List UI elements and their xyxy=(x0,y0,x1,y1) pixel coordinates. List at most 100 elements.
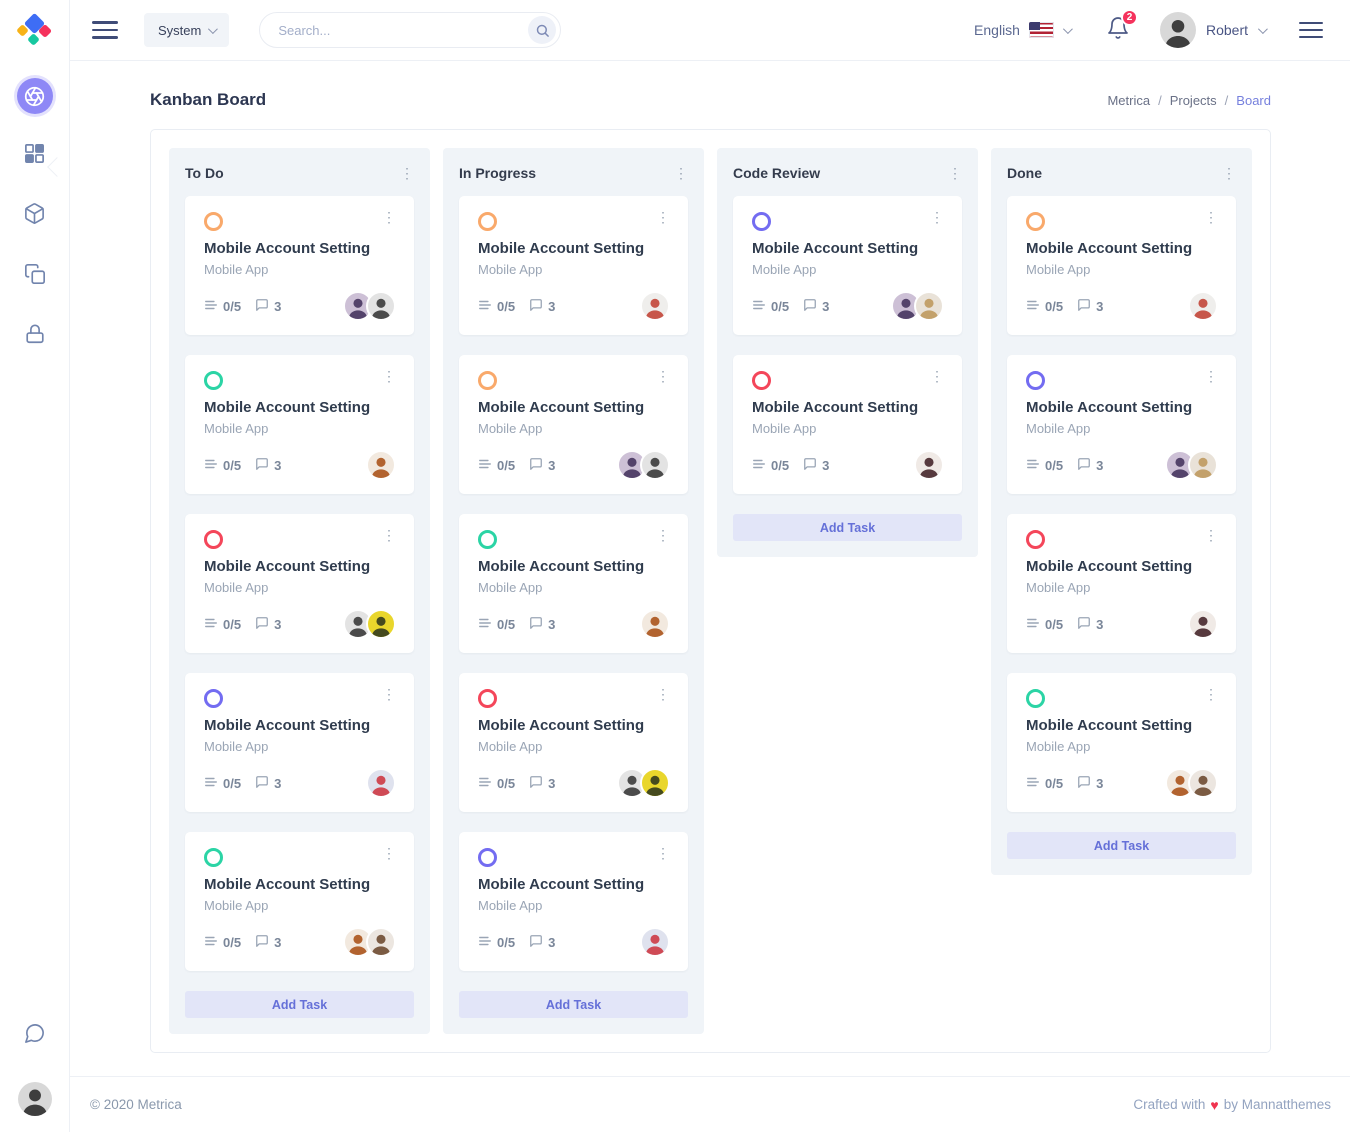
status-circle-icon xyxy=(1026,371,1045,390)
add-task-button[interactable]: Add Task xyxy=(1007,832,1236,859)
assignee-avatars xyxy=(617,450,670,480)
status-circle-icon xyxy=(752,212,771,231)
menu-toggle-icon[interactable] xyxy=(92,21,118,39)
avatar xyxy=(366,768,396,798)
avatar xyxy=(1188,609,1218,639)
card-menu-icon[interactable]: ⋮ xyxy=(382,848,396,858)
task-card[interactable]: ⋮ Mobile Account Setting Mobile App 0/5 … xyxy=(185,196,414,335)
credit-text: Crafted with ♥ by Mannatthemes xyxy=(1133,1097,1331,1113)
card-menu-icon[interactable]: ⋮ xyxy=(1204,530,1218,540)
card-subtitle: Mobile App xyxy=(478,262,670,277)
card-menu-icon[interactable]: ⋮ xyxy=(656,530,670,540)
task-card[interactable]: ⋮ Mobile Account Setting Mobile App 0/5 … xyxy=(733,196,962,335)
card-menu-icon[interactable]: ⋮ xyxy=(656,371,670,381)
card-title: Mobile Account Setting xyxy=(204,717,396,734)
checklist-icon xyxy=(204,616,218,633)
comments-icon xyxy=(255,457,269,474)
sidebar-item-authentication[interactable] xyxy=(13,314,57,358)
card-subtitle: Mobile App xyxy=(478,580,670,595)
task-card[interactable]: ⋮ Mobile Account Setting Mobile App 0/5 … xyxy=(185,673,414,812)
comments-count: 3 xyxy=(548,299,555,314)
search-button[interactable] xyxy=(528,16,556,44)
app-logo[interactable] xyxy=(0,0,69,62)
comments-count: 3 xyxy=(274,776,281,791)
checklist-icon xyxy=(204,775,218,792)
task-card[interactable]: ⋮ Mobile Account Setting Mobile App 0/5 … xyxy=(185,832,414,971)
comments-count: 3 xyxy=(822,458,829,473)
sidebar-item-pages[interactable] xyxy=(13,254,57,298)
settings-menu-icon[interactable] xyxy=(1299,22,1323,39)
task-card[interactable]: ⋮ Mobile Account Setting Mobile App 0/5 … xyxy=(459,355,688,494)
card-title: Mobile Account Setting xyxy=(204,558,396,575)
checklist-count: 0/5 xyxy=(771,299,789,314)
comments-icon xyxy=(1077,298,1091,315)
card-menu-icon[interactable]: ⋮ xyxy=(1204,212,1218,222)
task-card[interactable]: ⋮ Mobile Account Setting Mobile App 0/5 … xyxy=(1007,514,1236,653)
card-menu-icon[interactable]: ⋮ xyxy=(930,371,944,381)
card-subtitle: Mobile App xyxy=(1026,421,1218,436)
task-card[interactable]: ⋮ Mobile Account Setting Mobile App 0/5 … xyxy=(1007,196,1236,335)
breadcrumb-separator: / xyxy=(1225,93,1229,108)
status-circle-icon xyxy=(478,212,497,231)
card-subtitle: Mobile App xyxy=(204,262,396,277)
card-menu-icon[interactable]: ⋮ xyxy=(656,848,670,858)
assignee-avatars xyxy=(1188,609,1218,639)
language-label: English xyxy=(974,22,1020,38)
chevron-down-icon xyxy=(208,24,218,34)
card-menu-icon[interactable]: ⋮ xyxy=(1204,689,1218,699)
system-dropdown[interactable]: System xyxy=(144,13,229,47)
language-selector[interactable]: English xyxy=(974,22,1070,38)
user-menu[interactable]: Robert xyxy=(1160,12,1265,48)
sidebar-item-dashboard[interactable] xyxy=(13,74,57,118)
checklist-icon xyxy=(1026,616,1040,633)
task-card[interactable]: ⋮ Mobile Account Setting Mobile App 0/5 … xyxy=(459,514,688,653)
search-input[interactable] xyxy=(278,23,528,38)
comments-icon xyxy=(255,298,269,315)
add-task-button[interactable]: Add Task xyxy=(459,991,688,1018)
card-menu-icon[interactable]: ⋮ xyxy=(382,689,396,699)
task-card[interactable]: ⋮ Mobile Account Setting Mobile App 0/5 … xyxy=(1007,355,1236,494)
column-menu-icon[interactable]: ⋮ xyxy=(1222,168,1236,178)
card-menu-icon[interactable]: ⋮ xyxy=(656,689,670,699)
column-menu-icon[interactable]: ⋮ xyxy=(400,168,414,178)
add-task-button[interactable]: Add Task xyxy=(733,514,962,541)
breadcrumb-item[interactable]: Projects xyxy=(1170,93,1217,108)
aperture-icon xyxy=(17,78,53,114)
sidebar-item-apps[interactable] xyxy=(13,134,57,178)
comments-count: 3 xyxy=(1096,299,1103,314)
sidebar-item-products[interactable] xyxy=(13,194,57,238)
task-card[interactable]: ⋮ Mobile Account Setting Mobile App 0/5 … xyxy=(459,196,688,335)
comments-icon xyxy=(1077,616,1091,633)
comments-count: 3 xyxy=(822,299,829,314)
assignee-avatars xyxy=(640,609,670,639)
task-card[interactable]: ⋮ Mobile Account Setting Mobile App 0/5 … xyxy=(185,355,414,494)
column-menu-icon[interactable]: ⋮ xyxy=(674,168,688,178)
task-card[interactable]: ⋮ Mobile Account Setting Mobile App 0/5 … xyxy=(459,673,688,812)
add-task-button[interactable]: Add Task xyxy=(185,991,414,1018)
sidebar-user-avatar[interactable] xyxy=(18,1082,52,1116)
checklist-icon xyxy=(478,298,492,315)
card-menu-icon[interactable]: ⋮ xyxy=(382,212,396,222)
page-title: Kanban Board xyxy=(150,90,266,110)
sidebar-item-chat[interactable] xyxy=(13,1014,57,1058)
card-menu-icon[interactable]: ⋮ xyxy=(656,212,670,222)
comments-count: 3 xyxy=(548,458,555,473)
card-menu-icon[interactable]: ⋮ xyxy=(1204,371,1218,381)
task-card[interactable]: ⋮ Mobile Account Setting Mobile App 0/5 … xyxy=(185,514,414,653)
column-menu-icon[interactable]: ⋮ xyxy=(948,168,962,178)
card-title: Mobile Account Setting xyxy=(478,558,670,575)
notifications-button[interactable]: 2 xyxy=(1106,16,1130,45)
notification-count-badge: 2 xyxy=(1121,9,1138,26)
task-card[interactable]: ⋮ Mobile Account Setting Mobile App 0/5 … xyxy=(459,832,688,971)
checklist-icon xyxy=(752,298,766,315)
breadcrumb-item[interactable]: Metrica xyxy=(1107,93,1150,108)
checklist-count: 0/5 xyxy=(497,299,515,314)
user-name: Robert xyxy=(1206,22,1248,38)
avatar xyxy=(366,450,396,480)
card-menu-icon[interactable]: ⋮ xyxy=(930,212,944,222)
card-menu-icon[interactable]: ⋮ xyxy=(382,371,396,381)
card-menu-icon[interactable]: ⋮ xyxy=(382,530,396,540)
task-card[interactable]: ⋮ Mobile Account Setting Mobile App 0/5 … xyxy=(733,355,962,494)
task-card[interactable]: ⋮ Mobile Account Setting Mobile App 0/5 … xyxy=(1007,673,1236,812)
card-title: Mobile Account Setting xyxy=(204,876,396,893)
